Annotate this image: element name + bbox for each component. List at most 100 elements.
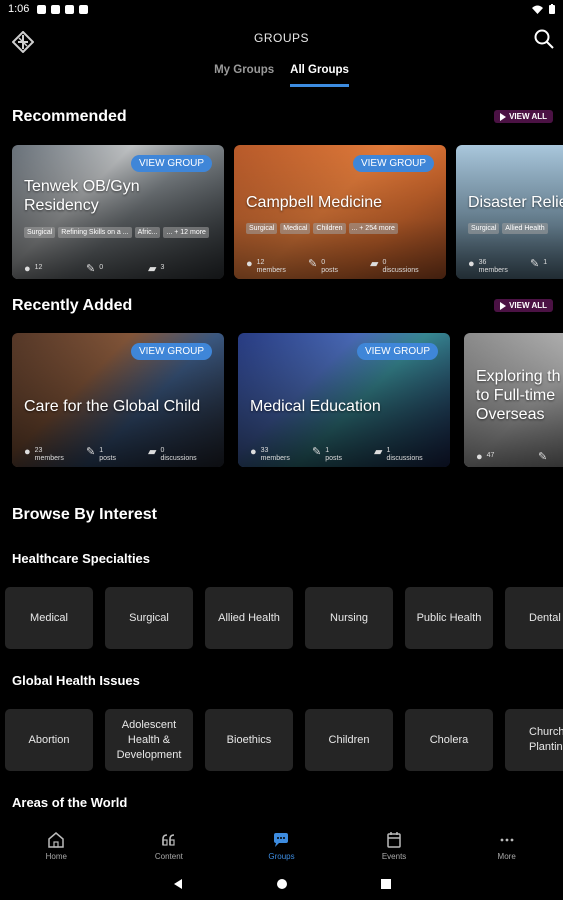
interest-chip-medical[interactable]: Medical (5, 587, 93, 649)
global-health-issues-heading: Global Health Issues (12, 673, 140, 688)
group-card-title: Disaster Relie (468, 194, 563, 211)
group-card-tags: Surgical Refining Skills on a ... Afric.… (24, 227, 214, 238)
members-stat: ● 33 members (250, 446, 290, 463)
nav-label: Groups (268, 852, 295, 861)
nav-more[interactable]: More (450, 822, 563, 868)
view-all-label: VIEW ALL (509, 112, 547, 121)
view-group-button[interactable]: VIEW GROUP (130, 343, 212, 360)
page-title: GROUPS (253, 31, 309, 45)
interest-chip-bioethics[interactable]: Bioethics (205, 709, 293, 771)
group-card[interactable]: Disaster Relie Surgical Allied Health ● 3… (456, 145, 563, 279)
issues-carousel[interactable]: Abortion Adolescent Health & Development… (0, 709, 563, 771)
discussions-stat: ▰ 0 discussions (370, 258, 419, 275)
members-stat: ● 36 members (468, 258, 508, 275)
nav-groups[interactable]: Groups (225, 822, 338, 868)
nav-home[interactable]: Home (0, 822, 113, 868)
group-card-stats: ● 33 members ✎ 1 posts ▰ 1 discussions (250, 447, 442, 463)
play-icon (500, 112, 507, 121)
chat-bubbles-icon: ▰ (148, 446, 157, 458)
system-navigation-bar (0, 868, 563, 900)
person-icon: ● (250, 446, 257, 458)
tag: Afric... (134, 227, 161, 238)
browse-heading: Browse By Interest (12, 506, 157, 523)
back-icon[interactable] (172, 878, 184, 890)
interest-chip-adolescent-health[interactable]: Adolescent Health & Development (105, 709, 193, 771)
group-card[interactable]: Exploring th to Full-time Overseas ● 47 ✎ (464, 333, 563, 467)
posts-stat: ✎ 0 (86, 263, 104, 275)
search-icon[interactable] (533, 28, 555, 50)
group-card[interactable]: VIEW GROUP Campbell Medicine Surgical Me… (234, 145, 446, 279)
pencil-icon: ✎ (312, 446, 322, 458)
status-time: 1:06 (8, 3, 30, 15)
chat-icon (274, 833, 289, 847)
members-stat: ● 12 members (246, 258, 286, 275)
posts-stat: ✎ 0 posts (308, 258, 338, 275)
status-bar: 1:06 (0, 0, 563, 18)
tab-my-groups[interactable]: My Groups (214, 62, 274, 87)
group-card[interactable]: VIEW GROUP Care for the Global Child ● 23… (12, 333, 224, 467)
wifi-icon (532, 5, 543, 14)
view-group-button[interactable]: VIEW GROUP (356, 343, 438, 360)
interest-chip-children[interactable]: Children (305, 709, 393, 771)
tag: Surgical (246, 223, 278, 234)
recently-added-view-all-button[interactable]: VIEW ALL (494, 299, 553, 312)
nav-content[interactable]: Content (113, 822, 226, 868)
recommended-view-all-button[interactable]: VIEW ALL (494, 110, 553, 123)
discussions-stat: ▰ 0 discussions (148, 446, 197, 463)
notification-icon (51, 4, 61, 14)
group-card-title: Tenwek OB/Gyn Residency (24, 178, 140, 214)
chat-bubbles-icon: ▰ (148, 263, 157, 275)
specialties-carousel[interactable]: Medical Surgical Allied Health Nursing P… (0, 587, 563, 649)
group-card[interactable]: VIEW GROUP Medical Education ● 33 members … (238, 333, 450, 467)
view-group-button[interactable]: VIEW GROUP (352, 155, 434, 172)
interest-chip-cholera[interactable]: Cholera (405, 709, 493, 771)
notification-icon (79, 4, 89, 14)
tag: Refining Skills on a ... (58, 227, 132, 238)
group-card-stats: ● 47 ✎ (476, 452, 563, 463)
top-app-bar: GROUPS (0, 22, 563, 58)
person-icon: ● (24, 446, 31, 458)
calendar-icon (387, 832, 401, 848)
interest-chip-nursing[interactable]: Nursing (305, 587, 393, 649)
posts-stat: ✎ 1 posts (86, 446, 116, 463)
home-button-icon[interactable] (276, 878, 288, 890)
tab-all-groups[interactable]: All Groups (290, 62, 349, 87)
members-stat: ● 12 (24, 263, 43, 275)
group-card-title: Care for the Global Child (24, 398, 201, 415)
more-icon (500, 838, 514, 842)
interest-chip-public-health[interactable]: Public Health (405, 587, 493, 649)
notification-icon (37, 4, 47, 14)
recommended-carousel[interactable]: VIEW GROUP Tenwek OB/Gyn Residency Surgi… (0, 145, 563, 279)
view-all-label: VIEW ALL (509, 301, 547, 310)
interest-chip-allied-health[interactable]: Allied Health (205, 587, 293, 649)
interest-chip-surgical[interactable]: Surgical (105, 587, 193, 649)
nav-label: Home (45, 852, 67, 861)
recently-added-carousel[interactable]: VIEW GROUP Care for the Global Child ● 23… (0, 333, 563, 467)
group-card-stats: ● 23 members ✎ 1 posts ▰ 0 discussions (24, 447, 216, 463)
nav-label: More (497, 852, 516, 861)
person-icon: ● (476, 451, 483, 463)
battery-icon (549, 4, 555, 14)
nav-label: Content (154, 852, 183, 861)
nav-events[interactable]: Events (338, 822, 451, 868)
quote-icon (162, 834, 175, 846)
recents-icon[interactable] (380, 878, 392, 890)
group-card[interactable]: VIEW GROUP Tenwek OB/Gyn Residency Surgi… (12, 145, 224, 279)
view-group-button[interactable]: VIEW GROUP (130, 155, 212, 172)
areas-of-world-heading: Areas of the World (12, 795, 128, 810)
posts-stat: ✎ 1 posts (312, 446, 342, 463)
chat-bubbles-icon: ▰ (374, 446, 383, 458)
interest-chip-abortion[interactable]: Abortion (5, 709, 93, 771)
chat-bubbles-icon: ▰ (370, 258, 379, 270)
interest-chip-dental[interactable]: Dental (505, 587, 563, 649)
tag: ... + 12 more (163, 227, 209, 238)
person-icon: ● (246, 258, 253, 270)
interest-chip-church-planting[interactable]: Church Planting (505, 709, 563, 771)
person-icon: ● (468, 258, 475, 270)
discussions-stat: ▰ 1 discussions (374, 446, 423, 463)
notification-icon (65, 4, 75, 14)
pencil-icon: ✎ (308, 258, 318, 270)
members-stat: ● 23 members (24, 446, 64, 463)
pencil-icon: ✎ (538, 451, 548, 463)
bottom-navigation: Home Content Groups Events More (0, 822, 563, 868)
